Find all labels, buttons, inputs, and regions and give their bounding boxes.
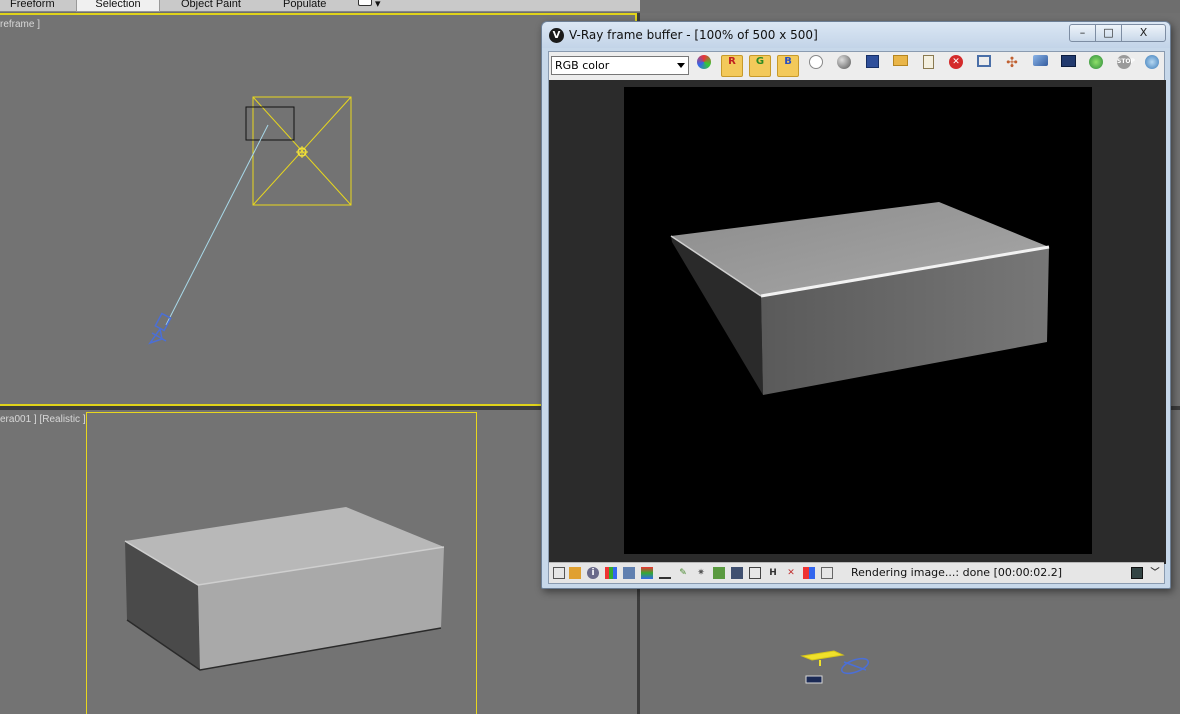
ocio-icon[interactable] — [713, 567, 725, 579]
save-image-button[interactable] — [861, 55, 883, 77]
stamp-icon[interactable] — [731, 567, 743, 579]
render-status-text: Rendering image...: done [00:00:02.2] — [851, 566, 1063, 579]
tab-object-paint[interactable]: Object Paint — [175, 0, 247, 12]
load-image-button[interactable] — [889, 55, 911, 77]
tab-freeform[interactable]: Freeform — [4, 0, 61, 12]
rendered-image — [624, 87, 1092, 554]
panel-toggle-icon[interactable] — [1131, 567, 1143, 579]
minimize-button[interactable]: – — [1069, 24, 1096, 42]
folder-icon — [892, 55, 908, 66]
vfb-client-area: RGB color R G B ✕ ✣ STOP i ✎ ✷ H ✕ Rende… — [548, 51, 1166, 584]
split-icon[interactable] — [803, 567, 815, 579]
pixel-aspect-icon[interactable] — [749, 567, 761, 579]
copy-to-clipboard-button[interactable] — [917, 55, 939, 77]
tab-populate[interactable]: Populate — [277, 0, 332, 12]
camera-body-icon — [805, 675, 823, 684]
render-interactive-button[interactable] — [1141, 55, 1163, 77]
chevron-down-icon — [677, 63, 685, 68]
link-to-vfb-button[interactable] — [1057, 55, 1079, 77]
show-corrections-icon[interactable] — [553, 567, 565, 579]
exposure-icon[interactable] — [641, 567, 653, 579]
stop-icon: STOP — [1117, 55, 1135, 69]
vfb-toolbar: RGB color R G B ✕ ✣ STOP — [549, 52, 1164, 80]
compare-ab-icon[interactable]: ✕ — [785, 567, 797, 579]
maximize-button[interactable]: □ — [1095, 24, 1122, 42]
region-icon — [1032, 55, 1048, 66]
vfb-status-bar: i ✎ ✷ H ✕ Rendering image...: done [00:0… — [549, 562, 1164, 583]
ribbon-options-dropdown[interactable]: ▾ — [352, 0, 387, 12]
info-icon[interactable]: i — [587, 567, 599, 579]
stop-render-button[interactable]: STOP — [1113, 55, 1135, 77]
alpha-channel-button[interactable] — [805, 55, 827, 77]
lens-effects-icon[interactable]: H — [767, 567, 779, 579]
vfb-canvas-area[interactable] — [549, 80, 1166, 564]
green-channel-button[interactable]: G — [749, 55, 771, 77]
ribbon-tab-bar: Freeform Selection Object Paint Populate… — [0, 0, 640, 12]
rendered-box — [670, 202, 1050, 395]
gray-sphere-icon — [837, 55, 851, 69]
crosshair-icon: ✣ — [1006, 55, 1018, 71]
camera-icon — [148, 312, 172, 345]
curve-icon[interactable] — [623, 567, 635, 579]
vray-logo-icon: V — [549, 28, 564, 43]
track-mouse-button[interactable]: ✣ — [1001, 55, 1023, 77]
color-picker-button[interactable] — [693, 55, 715, 77]
channel-select-value: RGB color — [555, 59, 610, 72]
vray-frame-buffer-window[interactable]: V V-Ray frame buffer - [100% of 500 x 50… — [541, 21, 1171, 589]
ribbon-options-icon — [358, 0, 372, 6]
vfb-titlebar[interactable]: V V-Ray frame buffer - [100% of 500 x 50… — [542, 22, 1170, 48]
frame-icon[interactable] — [821, 567, 833, 579]
floppy-disk-icon — [865, 55, 879, 68]
duplicate-to-max-button[interactable] — [973, 55, 995, 77]
close-button[interactable]: X — [1121, 24, 1166, 42]
history-icon[interactable] — [569, 567, 581, 579]
clipboard-icon — [922, 55, 934, 69]
levels-icon[interactable] — [605, 567, 617, 579]
channel-select[interactable]: RGB color — [551, 56, 689, 75]
red-channel-button[interactable]: R — [721, 55, 743, 77]
clear-image-button[interactable]: ✕ — [945, 55, 967, 77]
lut-icon[interactable]: ✎ — [677, 567, 689, 579]
color-wheel-icon — [697, 55, 711, 69]
expand-chevron-icon[interactable]: ﹀ — [1149, 567, 1161, 579]
render-last-button[interactable] — [1085, 55, 1107, 77]
monochrome-button[interactable] — [833, 55, 855, 77]
film-icon — [1060, 55, 1076, 67]
duplicate-icon — [977, 55, 991, 67]
blue-channel-button[interactable]: B — [777, 55, 799, 77]
vfb-window-title: V-Ray frame buffer - [100% of 500 x 500] — [569, 28, 818, 42]
light-gizmo-icon — [800, 650, 845, 666]
teapot-icon — [1145, 55, 1159, 69]
clear-x-icon: ✕ — [949, 55, 963, 69]
camera-target-line — [165, 124, 269, 326]
histogram-icon[interactable] — [659, 567, 671, 579]
render-teapot-icon — [1089, 55, 1103, 69]
settings-gear-icon[interactable]: ✷ — [695, 567, 707, 579]
camera-gizmo-icon — [840, 657, 870, 675]
region-render-button[interactable] — [1029, 55, 1051, 77]
tab-selection[interactable]: Selection — [76, 0, 160, 12]
white-sphere-icon — [809, 55, 823, 69]
